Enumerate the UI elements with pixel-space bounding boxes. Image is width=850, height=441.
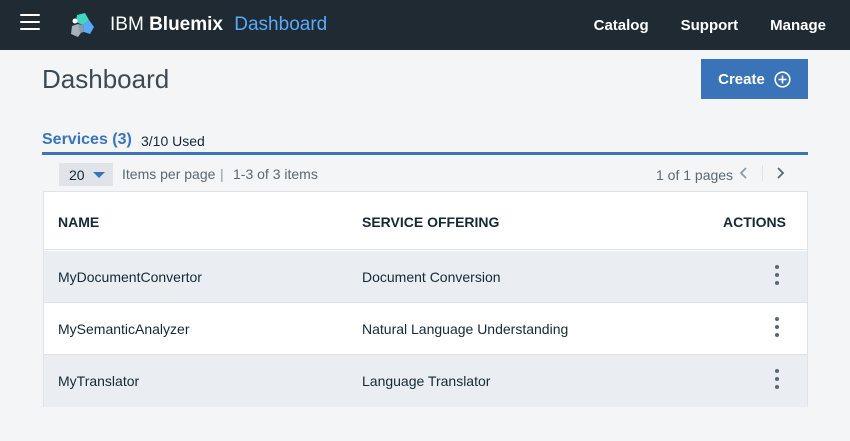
bluemix-logo-icon xyxy=(71,13,94,37)
items-per-page-value: 20 xyxy=(69,166,85,183)
brand-section: Dashboard xyxy=(234,14,328,35)
column-header-name[interactable]: NAME xyxy=(58,214,99,230)
service-offering: Language Translator xyxy=(362,373,491,389)
table-row[interactable]: MyDocumentConvertor Document Conversion xyxy=(44,251,807,303)
items-per-page-select[interactable]: 20 xyxy=(59,163,113,186)
table-row[interactable]: MySemanticAnalyzer Natural Language Unde… xyxy=(44,303,807,355)
page-title: Dashboard xyxy=(42,64,170,94)
brand-title[interactable]: IBM Bluemix Dashboard xyxy=(110,14,327,36)
items-per-page-label: Items per page xyxy=(122,166,216,182)
pagination-divider xyxy=(762,165,763,181)
create-button[interactable]: Create xyxy=(701,59,808,99)
page-count-label: 1 of 1 pages xyxy=(656,167,734,183)
table-row[interactable]: MyTranslator Language Translator xyxy=(44,355,807,407)
service-name[interactable]: MyDocumentConvertor xyxy=(58,269,202,285)
overflow-menu-icon[interactable] xyxy=(773,317,781,341)
chevron-right-icon[interactable] xyxy=(772,164,788,182)
service-offering: Document Conversion xyxy=(362,269,501,285)
table-header: NAME SERVICE OFFERING ACTIONS xyxy=(44,192,807,250)
item-range-label: 1-3 of 3 items xyxy=(233,166,318,182)
top-nav: Catalog Support Manage xyxy=(586,0,850,50)
service-name[interactable]: MyTranslator xyxy=(58,373,139,389)
service-offering: Natural Language Understanding xyxy=(362,321,569,337)
nav-manage[interactable]: Manage xyxy=(770,17,826,34)
column-header-service-offering[interactable]: SERVICE OFFERING xyxy=(362,214,499,230)
services-table: NAME SERVICE OFFERING ACTIONS MyDocument… xyxy=(43,191,808,407)
services-usage: 3/10 Used xyxy=(141,133,205,149)
chevron-down-icon xyxy=(93,172,105,178)
column-header-actions: ACTIONS xyxy=(723,214,786,230)
overflow-menu-icon[interactable] xyxy=(773,369,781,393)
pagination-bar: 20 Items per page | 1-3 of 3 items 1 of … xyxy=(58,161,808,187)
chevron-left-icon[interactable] xyxy=(736,164,752,182)
nav-catalog[interactable]: Catalog xyxy=(594,17,649,34)
brand-ibm: IBM xyxy=(110,14,144,35)
nav-support[interactable]: Support xyxy=(681,17,739,34)
brand-product: Bluemix xyxy=(149,14,223,35)
hamburger-menu-icon[interactable] xyxy=(20,14,40,32)
services-title[interactable]: Services (3) xyxy=(42,131,132,149)
top-navigation-bar: IBM Bluemix Dashboard Catalog Support Ma… xyxy=(0,0,850,50)
services-header: Services (3) 3/10 Used xyxy=(42,130,808,155)
create-button-label: Create xyxy=(718,70,765,88)
service-name[interactable]: MySemanticAnalyzer xyxy=(58,321,190,337)
overflow-menu-icon[interactable] xyxy=(773,265,781,289)
pagination-separator: | xyxy=(220,166,224,182)
plus-circle-icon xyxy=(774,70,791,88)
